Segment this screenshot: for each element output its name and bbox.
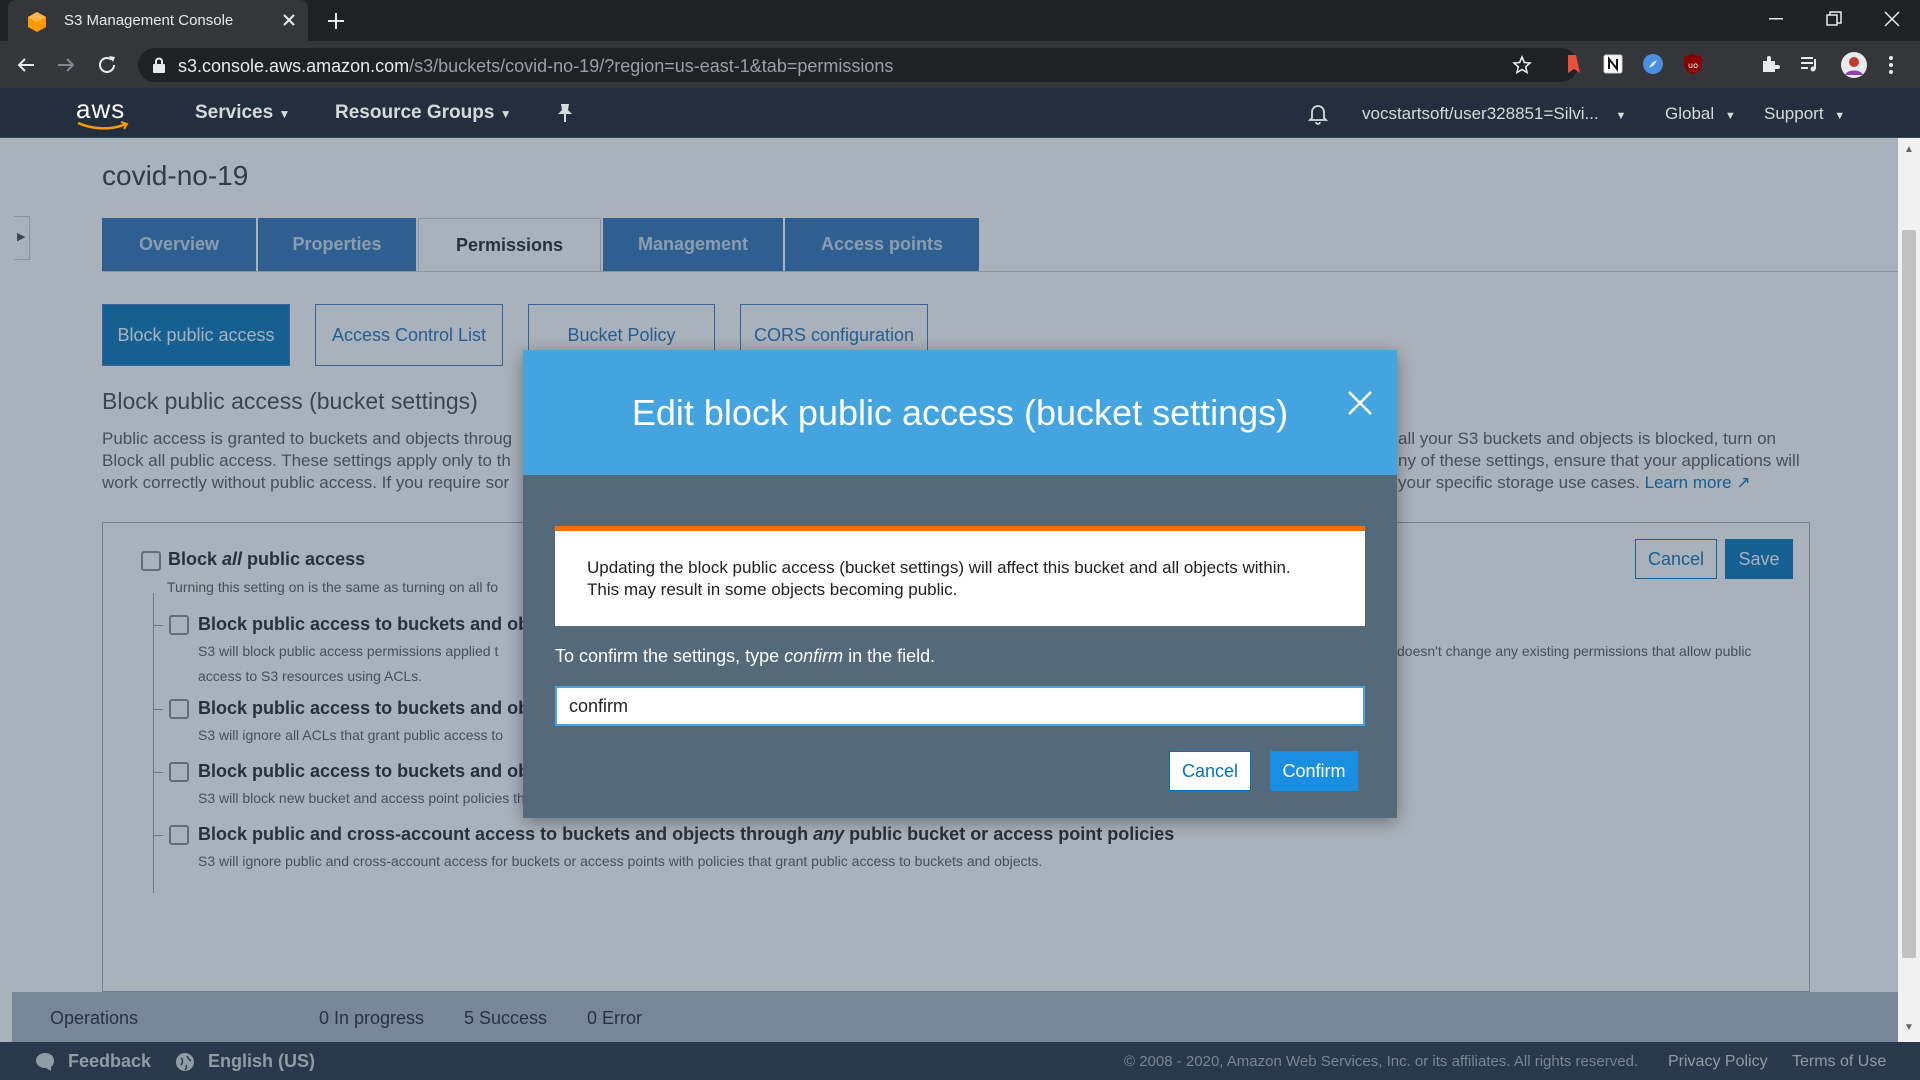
resource-groups-menu[interactable]: Resource Groups ▼: [335, 102, 512, 124]
scroll-up-icon[interactable]: ▲: [1904, 144, 1914, 155]
media-queue-icon[interactable]: [1800, 55, 1820, 73]
forward-icon[interactable]: [56, 55, 76, 75]
confirm-keyword: confirm: [784, 646, 844, 666]
aws-logo-text: aws: [76, 94, 126, 124]
close-tab-icon[interactable]: [282, 13, 296, 27]
scrollbar-thumb[interactable]: [1902, 230, 1916, 958]
warning-alert: Updating the block public access (bucket…: [555, 526, 1365, 626]
url-text: s3.console.aws.amazon.com/s3/buckets/cov…: [178, 56, 893, 77]
confirm-input[interactable]: [555, 686, 1365, 726]
back-icon[interactable]: [16, 55, 36, 75]
browser-tab-bar: S3 Management Console: [0, 0, 1920, 41]
lock-icon: [152, 57, 166, 73]
warning-line: This may result in some objects becoming…: [587, 580, 958, 599]
notifications-bell-icon[interactable]: [1308, 103, 1328, 125]
browser-tab-title: S3 Management Console: [64, 12, 234, 29]
reload-icon[interactable]: [96, 54, 118, 76]
url-host: s3.console.aws.amazon.com: [178, 56, 410, 76]
close-icon[interactable]: [1345, 388, 1375, 418]
svg-text:uo: uo: [1688, 61, 1698, 70]
close-window-icon[interactable]: [1884, 11, 1900, 27]
confirm-suffix: in the field.: [843, 646, 936, 666]
support-menu[interactable]: Support ▼: [1764, 104, 1845, 124]
chevron-down-icon: ▼: [1615, 110, 1627, 122]
aws-navbar: aws Services ▼ Resource Groups ▼ vocstar…: [0, 88, 1920, 138]
aws-logo[interactable]: aws: [76, 94, 130, 131]
browser-toolbar: s3.console.aws.amazon.com/s3/buckets/cov…: [0, 41, 1920, 88]
extensions-puzzle-icon[interactable]: [1760, 54, 1780, 74]
address-bar[interactable]: s3.console.aws.amazon.com/s3/buckets/cov…: [138, 48, 1578, 82]
region-label: Global: [1665, 104, 1715, 123]
compass-extension-icon[interactable]: [1642, 53, 1664, 75]
bookmark-star-icon[interactable]: [1512, 55, 1532, 75]
modal-header: Edit block public access (bucket setting…: [523, 350, 1397, 475]
account-menu[interactable]: vocstartsoft/user328851=Silvi... ▼: [1362, 104, 1626, 124]
support-label: Support: [1764, 104, 1824, 123]
warning-text: Updating the block public access (bucket…: [587, 557, 1347, 601]
services-label: Services: [195, 102, 274, 123]
url-path: /s3/buckets/covid-no-19/?region=us-east-…: [409, 56, 894, 76]
services-menu[interactable]: Services ▼: [195, 102, 290, 124]
notion-icon[interactable]: [1602, 53, 1624, 75]
scroll-down-icon[interactable]: ▼: [1904, 1022, 1914, 1033]
page-scrollbar[interactable]: ▲ ▼: [1898, 138, 1920, 1042]
profile-avatar[interactable]: [1840, 51, 1868, 79]
resource-groups-label: Resource Groups: [335, 102, 495, 123]
modal-cancel-button[interactable]: Cancel: [1169, 751, 1251, 791]
new-tab-icon[interactable]: [326, 11, 346, 31]
modal-title: Edit block public access (bucket setting…: [631, 392, 1289, 433]
chevron-down-icon: ▼: [1724, 110, 1736, 122]
chevron-down-icon: ▼: [278, 107, 291, 121]
modal-confirm-button[interactable]: Confirm: [1270, 751, 1358, 791]
pin-icon[interactable]: [556, 103, 574, 123]
chevron-down-icon: ▼: [499, 107, 512, 121]
browser-menu-icon[interactable]: [1888, 55, 1894, 75]
account-label: vocstartsoft/user328851=Silvi...: [1362, 104, 1599, 123]
confirm-prefix: To confirm the settings, type: [555, 646, 785, 666]
warning-line: Updating the block public access (bucket…: [587, 558, 1291, 577]
extension-bookmark-icon[interactable]: [1564, 53, 1584, 75]
region-menu[interactable]: Global ▼: [1665, 104, 1736, 124]
aws-favicon-icon: [26, 11, 48, 33]
edit-block-public-access-modal: Edit block public access (bucket setting…: [523, 350, 1397, 818]
minimize-window-icon[interactable]: [1769, 18, 1785, 22]
browser-tab[interactable]: S3 Management Console: [8, 0, 308, 41]
restore-window-icon[interactable]: [1826, 11, 1842, 27]
confirm-instruction: To confirm the settings, type confirm in…: [555, 646, 935, 667]
chevron-down-icon: ▼: [1834, 110, 1846, 122]
ublock-icon[interactable]: uo: [1682, 53, 1704, 75]
